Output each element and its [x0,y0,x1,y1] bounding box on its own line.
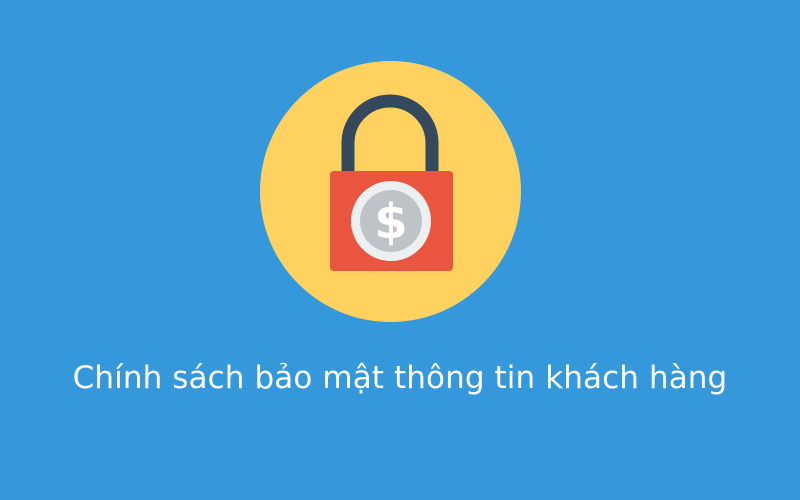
padlock-icon: $ [330,94,453,271]
dollar-icon: $ [374,194,407,250]
page-title: Chính sách bảo mật thông tin khách hàng [72,360,728,396]
banner: $ Chính sách bảo mật thông tin khách hàn… [0,0,800,500]
lock-shackle [341,94,439,180]
